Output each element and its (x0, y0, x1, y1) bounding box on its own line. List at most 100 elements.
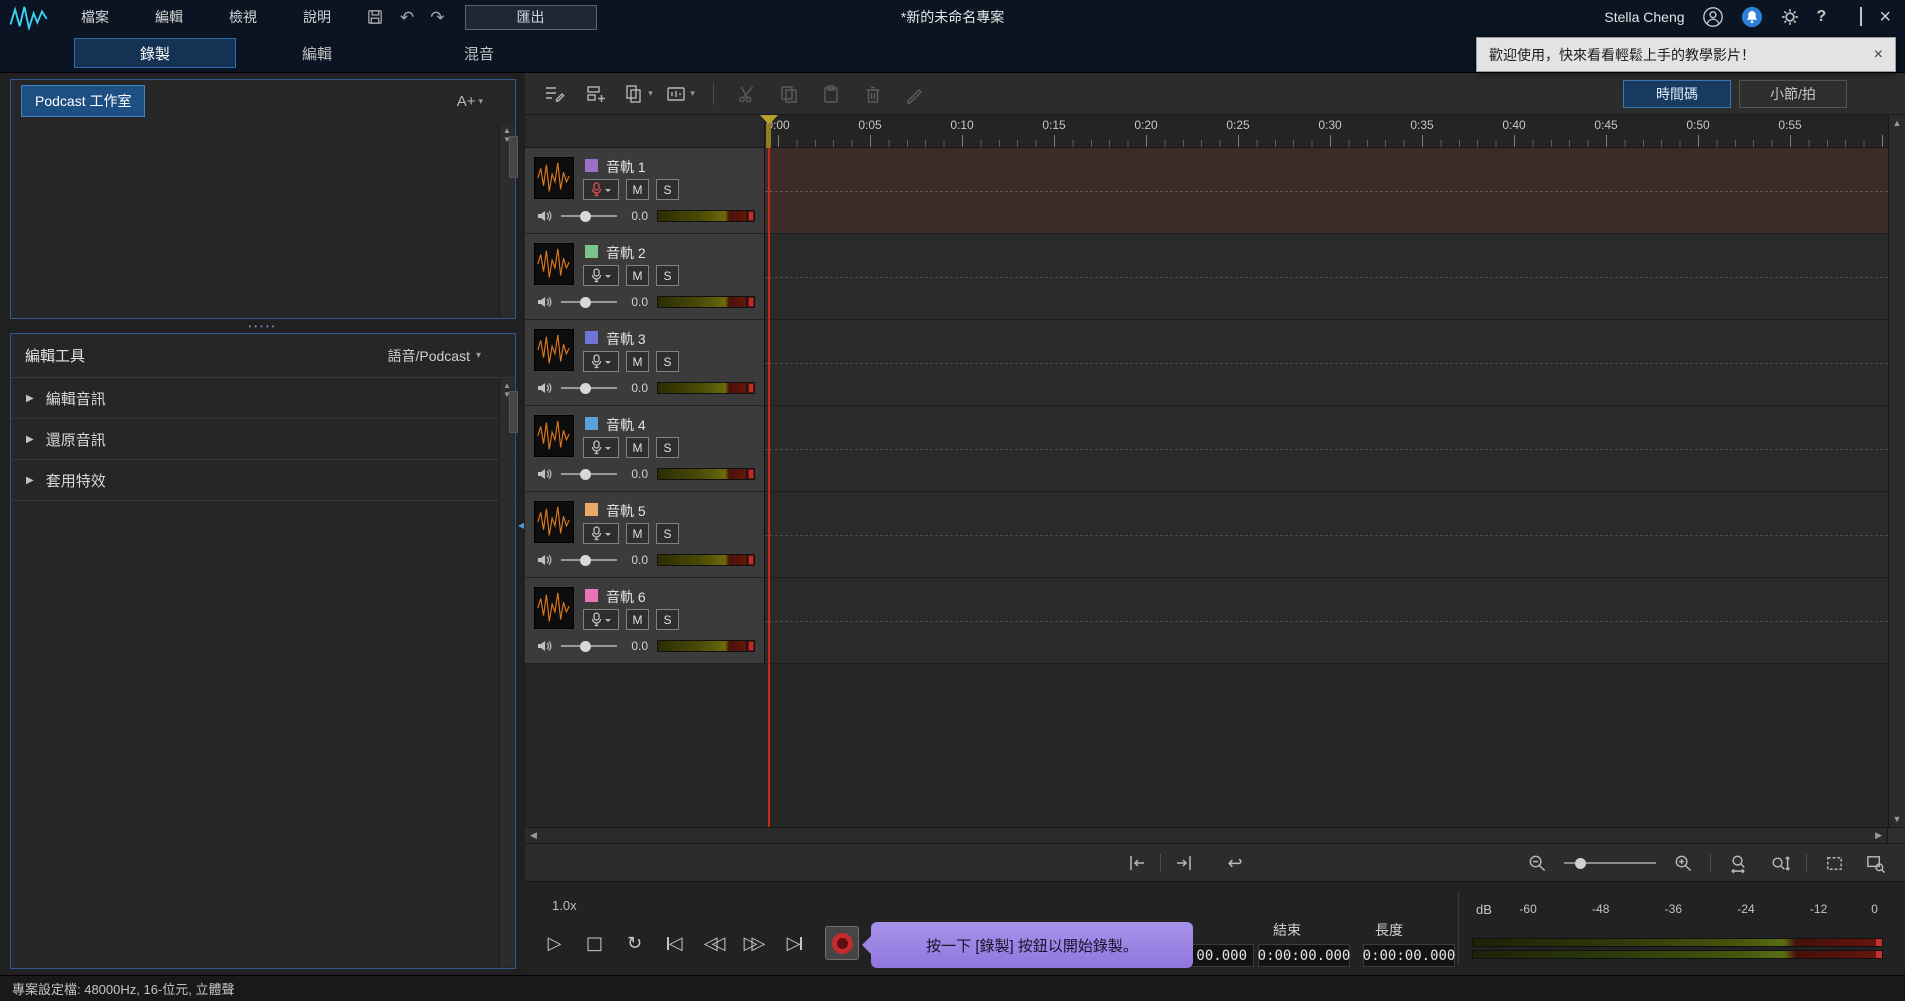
timecode-view-button[interactable]: 時間碼 (1623, 79, 1731, 108)
insert-clip-icon[interactable]: ▾ (663, 79, 697, 109)
zoom-out-icon[interactable] (1523, 849, 1551, 877)
timeline-vertical-scrollbar[interactable]: ▲ ▼ (1888, 115, 1905, 827)
track-header[interactable]: 音軌 5 M S 0.0 (525, 492, 765, 578)
volume-slider[interactable] (561, 640, 617, 652)
stop-button[interactable]: □ (581, 930, 608, 957)
notifications-bell-icon[interactable] (1741, 6, 1763, 28)
section-edit-audio[interactable]: ▶ 編輯音訊 (11, 378, 515, 419)
scroll-up-icon[interactable]: ▲ (503, 381, 511, 390)
scroll-up-icon[interactable]: ▲ (503, 126, 511, 135)
playhead-line[interactable] (768, 148, 770, 827)
settings-gear-icon[interactable] (1780, 7, 1800, 27)
play-button[interactable]: ▷ (541, 930, 568, 957)
scroll-left-icon[interactable]: ◀ (525, 830, 542, 841)
section-apply-effects[interactable]: ▶ 套用特效 (11, 460, 515, 501)
volume-slider[interactable] (561, 210, 617, 222)
track-lane[interactable] (765, 320, 1888, 406)
scroll-right-icon[interactable]: ▶ (1870, 830, 1887, 841)
save-icon[interactable] (366, 8, 384, 26)
menu-help[interactable]: 說明 (280, 7, 354, 27)
user-avatar-icon[interactable] (1702, 6, 1724, 28)
record-arm-button[interactable] (583, 179, 619, 200)
track-manager-icon[interactable] (537, 79, 571, 109)
scrollbar-thumb[interactable] (509, 136, 518, 178)
solo-button[interactable]: S (656, 609, 679, 630)
scroll-down-icon[interactable]: ▼ (1893, 814, 1902, 824)
rewind-button[interactable]: ◁ ◁ (701, 930, 728, 957)
toast-close-icon[interactable]: × (1874, 46, 1883, 64)
redo-button[interactable]: ↷ (430, 9, 444, 26)
tab-mix[interactable]: 混音 (398, 38, 560, 68)
mute-button[interactable]: M (626, 523, 649, 544)
track-lane[interactable] (765, 578, 1888, 664)
track-lane[interactable] (765, 234, 1888, 320)
reset-zoom-icon[interactable]: ↩ (1221, 849, 1249, 877)
zoom-slider[interactable] (1564, 857, 1656, 869)
font-size-control[interactable]: A+ ▾ (457, 93, 505, 110)
solo-button[interactable]: S (656, 437, 679, 458)
section-restore-audio[interactable]: ▶ 還原音訊 (11, 419, 515, 460)
zoom-region-icon[interactable] (1861, 849, 1889, 877)
menu-view[interactable]: 檢視 (206, 7, 280, 27)
add-track-icon[interactable] (579, 79, 613, 109)
fit-project-icon[interactable] (1820, 849, 1848, 877)
help-button[interactable]: ? (1817, 8, 1827, 26)
mute-button[interactable]: M (626, 437, 649, 458)
snap-previous-icon[interactable] (1123, 849, 1151, 877)
tools-mode-dropdown[interactable]: 語音/Podcast ▾ (387, 346, 501, 366)
end-time-field[interactable]: 0:00:00.000 (1258, 944, 1350, 967)
track-header[interactable]: 音軌 2 M S 0.0 (525, 234, 765, 320)
track-lane[interactable] (765, 148, 1888, 234)
volume-slider[interactable] (561, 382, 617, 394)
zoom-in-icon[interactable] (1669, 849, 1697, 877)
solo-button[interactable]: S (656, 523, 679, 544)
volume-slider[interactable] (561, 554, 617, 566)
scrollbar-thumb[interactable] (509, 391, 518, 433)
volume-slider[interactable] (561, 468, 617, 480)
mute-button[interactable]: M (626, 609, 649, 630)
export-button[interactable]: 匯出 (464, 4, 597, 30)
close-button[interactable]: × (1879, 7, 1891, 27)
track-lane[interactable] (765, 492, 1888, 578)
zoom-horizontal-icon[interactable] (1724, 849, 1752, 877)
track-lane[interactable] (765, 406, 1888, 492)
record-arm-button[interactable] (583, 265, 619, 286)
mute-button[interactable]: M (626, 179, 649, 200)
track-header[interactable]: 音軌 6 M S 0.0 (525, 578, 765, 664)
record-button[interactable] (825, 926, 859, 960)
tab-edit[interactable]: 編輯 (236, 38, 398, 68)
record-arm-button[interactable] (583, 609, 619, 630)
solo-button[interactable]: S (656, 179, 679, 200)
scroll-up-icon[interactable]: ▲ (1893, 118, 1902, 128)
panel-splitter[interactable]: ••••• (10, 319, 516, 333)
tab-record[interactable]: 錄製 (74, 38, 236, 68)
timeline-empty-region[interactable] (525, 664, 1888, 827)
maximize-button[interactable] (1860, 7, 1863, 26)
undo-button[interactable]: ↶ (400, 9, 414, 26)
menu-edit[interactable]: 編輯 (132, 7, 206, 27)
volume-slider[interactable] (561, 296, 617, 308)
snap-next-icon[interactable] (1170, 849, 1198, 877)
import-media-icon[interactable]: ▾ (621, 79, 655, 109)
solo-button[interactable]: S (656, 351, 679, 372)
record-arm-button[interactable] (583, 523, 619, 544)
solo-button[interactable]: S (656, 265, 679, 286)
length-field[interactable]: 0:00:00.000 (1363, 944, 1455, 967)
record-arm-button[interactable] (583, 437, 619, 458)
mute-button[interactable]: M (626, 265, 649, 286)
zoom-vertical-icon[interactable] (1765, 849, 1793, 877)
loop-button[interactable]: ↻ (621, 930, 648, 957)
timeline-horizontal-scrollbar[interactable]: ◀ ▶ (525, 827, 1905, 843)
podcast-workspace-button[interactable]: Podcast 工作室 (21, 85, 146, 117)
recordings-scrollbar[interactable]: ▲ ▼ (499, 124, 518, 317)
go-to-start-button[interactable]: ◁ (661, 930, 688, 957)
bars-beats-view-button[interactable]: 小節/拍 (1739, 79, 1847, 108)
track-header[interactable]: 音軌 4 M S 0.0 (525, 406, 765, 492)
mute-button[interactable]: M (626, 351, 649, 372)
go-to-end-button[interactable]: ▷ (781, 930, 808, 957)
fast-forward-button[interactable]: ▷ ▷ (741, 930, 768, 957)
tools-scrollbar[interactable]: ▲ ▼ (499, 379, 518, 967)
track-header[interactable]: 音軌 1 M S 0.0 (525, 148, 765, 234)
record-arm-button[interactable] (583, 351, 619, 372)
playback-speed[interactable]: 1.0x (552, 898, 577, 913)
